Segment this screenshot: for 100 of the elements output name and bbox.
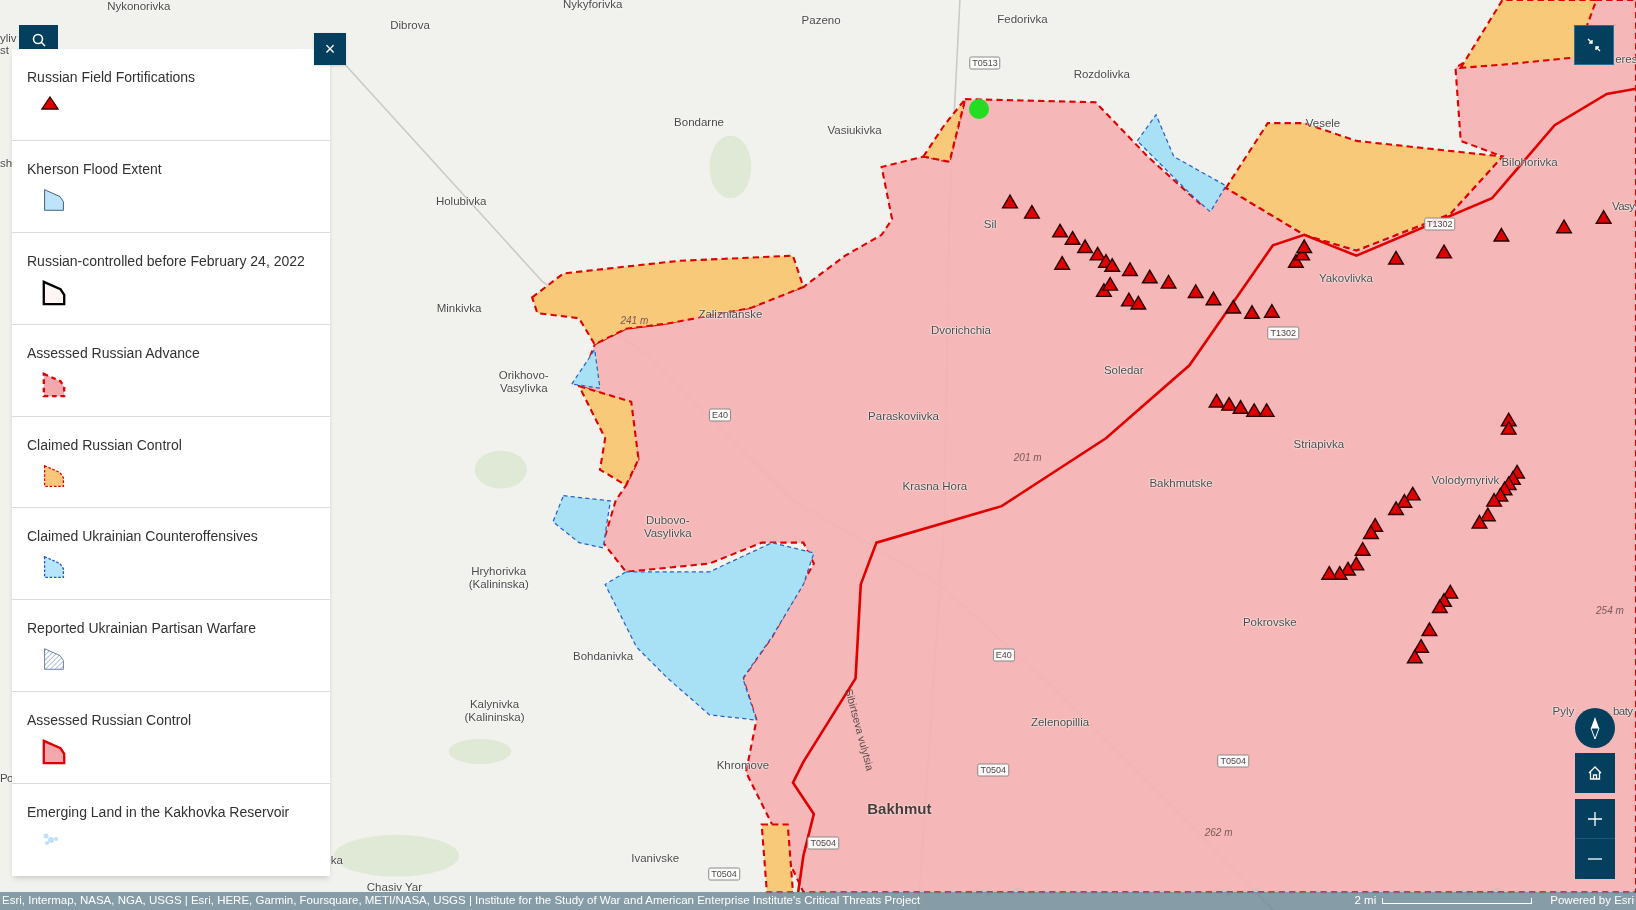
plus-icon: [1587, 810, 1603, 827]
elevation-label: 254 m: [1596, 603, 1624, 618]
legend-label: Emerging Land in the Kakhovka Reservoir: [27, 803, 291, 822]
place-label: baty: [1613, 704, 1633, 718]
place-label: Nykyforivka: [562, 0, 623, 11]
place-label: Zelenopillia: [1030, 715, 1090, 729]
place-label: Po: [0, 771, 13, 785]
fortification-marker: [1354, 541, 1372, 556]
fortification-marker: [1208, 393, 1226, 408]
place-label: Pokrovske: [1242, 615, 1297, 629]
fortification-marker: [1258, 402, 1276, 418]
attribution-text: Esri, Intermap, NASA, NGA, USGS | Esri, HERE, Garmin, Foursquare, METI/NASA, USGS | Institute for the Study of War and American Enterprise Institute's Critical Threats Project: [2, 895, 921, 907]
fortification-marker: [1485, 492, 1503, 507]
elevation-label: 201 m: [1013, 450, 1042, 465]
elevation-label: 262 m: [1204, 825, 1233, 840]
legend-label: Claimed Russian Control: [27, 435, 183, 454]
legend-label: Claimed Ukrainian Counteroffensives: [27, 527, 259, 546]
claimed-russian-area: [921, 98, 967, 163]
place-label: Bakhmutske: [1149, 476, 1213, 490]
place-label: st: [0, 43, 9, 57]
place-label: ka: [330, 853, 343, 867]
legend-label: Russian-controlled before February 24, 2022: [27, 251, 306, 270]
place-label: Kalynivka (Kalininska): [464, 697, 525, 724]
elevation-label: 241 m: [620, 313, 649, 328]
fortification-marker: [1479, 506, 1497, 522]
place-label: Nykonorivka: [107, 0, 171, 13]
fortification-marker: [1595, 209, 1613, 225]
fortification-marker: [1103, 257, 1121, 273]
road-shield: T1302: [1424, 217, 1456, 231]
fortification-marker: [1406, 648, 1424, 664]
legend-label: Assessed Russian Advance: [27, 343, 201, 362]
fortification-marker: [1243, 304, 1261, 320]
legend-label: Reported Ukrainian Partisan Warfare: [27, 619, 258, 638]
fortification-marker: [1101, 276, 1119, 291]
place-label: Khromove: [716, 758, 770, 772]
scale-label: 2 mi: [1354, 895, 1377, 907]
place-label: Orikhovo-Vasylivka: [498, 368, 549, 395]
road-shield: T0504: [1217, 754, 1249, 768]
outlined-polygon-icon: [41, 279, 67, 306]
road-shield: T1302: [1267, 326, 1300, 340]
place-label: Paraskoviivka: [868, 409, 939, 423]
fortification-marker: [1064, 230, 1082, 245]
road-shield: T0504: [807, 836, 839, 850]
place-label: Hryhorivka (Kalininska): [468, 565, 529, 591]
fortification-marker: [1051, 222, 1069, 238]
claimed-russian-area: [760, 823, 795, 894]
fortification-marker: [1387, 500, 1405, 516]
place-label: Bondarne: [674, 115, 724, 129]
fortification-marker: [1435, 243, 1453, 259]
place-label: Pyly: [1552, 704, 1575, 718]
fortification-marker: [1420, 621, 1438, 637]
place-label: Chasiv Yar: [366, 880, 422, 894]
search-icon: [31, 33, 46, 47]
fortification-marker: [1220, 396, 1238, 411]
road-shield: E40: [708, 408, 731, 422]
place-label: Dvorichchia: [930, 323, 991, 337]
place-label: Krasna Hora: [902, 479, 968, 493]
fortification-marker: [1404, 485, 1422, 501]
counteroffensive-area: [570, 347, 601, 389]
place-label: Striapivka: [1293, 437, 1345, 451]
place-label: Pazeno: [801, 13, 841, 27]
fortification-marker: [1320, 565, 1338, 580]
fortification-marker: [1053, 255, 1071, 270]
close-button[interactable]: ×: [314, 33, 346, 65]
place-label: Fedorivka: [997, 12, 1048, 26]
place-label: Volodymyrivk: [1431, 473, 1500, 487]
place-label: Holubivka: [435, 194, 487, 208]
place-label: sh: [0, 156, 13, 170]
place-label: Dibrova: [390, 18, 430, 32]
road-shield: E40: [992, 648, 1015, 662]
fortification-marker: [1395, 493, 1413, 508]
place-label: Bohdanivka: [573, 649, 634, 663]
place-label: Yakovlivka: [1318, 271, 1373, 285]
flood-polygon-icon: [41, 187, 67, 212]
speckled-patch-icon: [41, 831, 61, 848]
legend-label: Russian Field Fortifications: [27, 68, 197, 86]
home-button[interactable]: [1575, 753, 1615, 793]
vegetation-patch: [709, 135, 752, 199]
fortification-marker: [1023, 204, 1041, 219]
collapse-button[interactable]: [1574, 25, 1614, 65]
road-shield: T0504: [977, 763, 1010, 777]
search-button[interactable]: [19, 25, 58, 49]
place-label: Sibirtseva vulytsia: [842, 687, 878, 773]
place-label: Vesele: [1305, 116, 1341, 130]
place-label: Bakhmut: [867, 798, 932, 819]
triangle-symbol-icon: [41, 96, 59, 110]
fortification-marker: [1141, 268, 1159, 284]
fortification-marker: [1555, 218, 1573, 234]
fortification-marker: [1387, 250, 1405, 265]
fortification-marker: [1245, 402, 1263, 418]
legend-label: Assessed Russian Control: [27, 711, 193, 730]
place-label: yliv: [0, 31, 17, 45]
fortification-marker: [1204, 290, 1222, 306]
fortification-marker: [1431, 598, 1449, 614]
fortification-marker: [1160, 274, 1178, 289]
compass-needle-icon: [1590, 717, 1600, 739]
fortification-marker: [1129, 294, 1147, 310]
road-shield: T0504: [708, 867, 740, 881]
zoom-in-button[interactable]: [1575, 799, 1615, 839]
vegetation-patch: [448, 738, 512, 764]
